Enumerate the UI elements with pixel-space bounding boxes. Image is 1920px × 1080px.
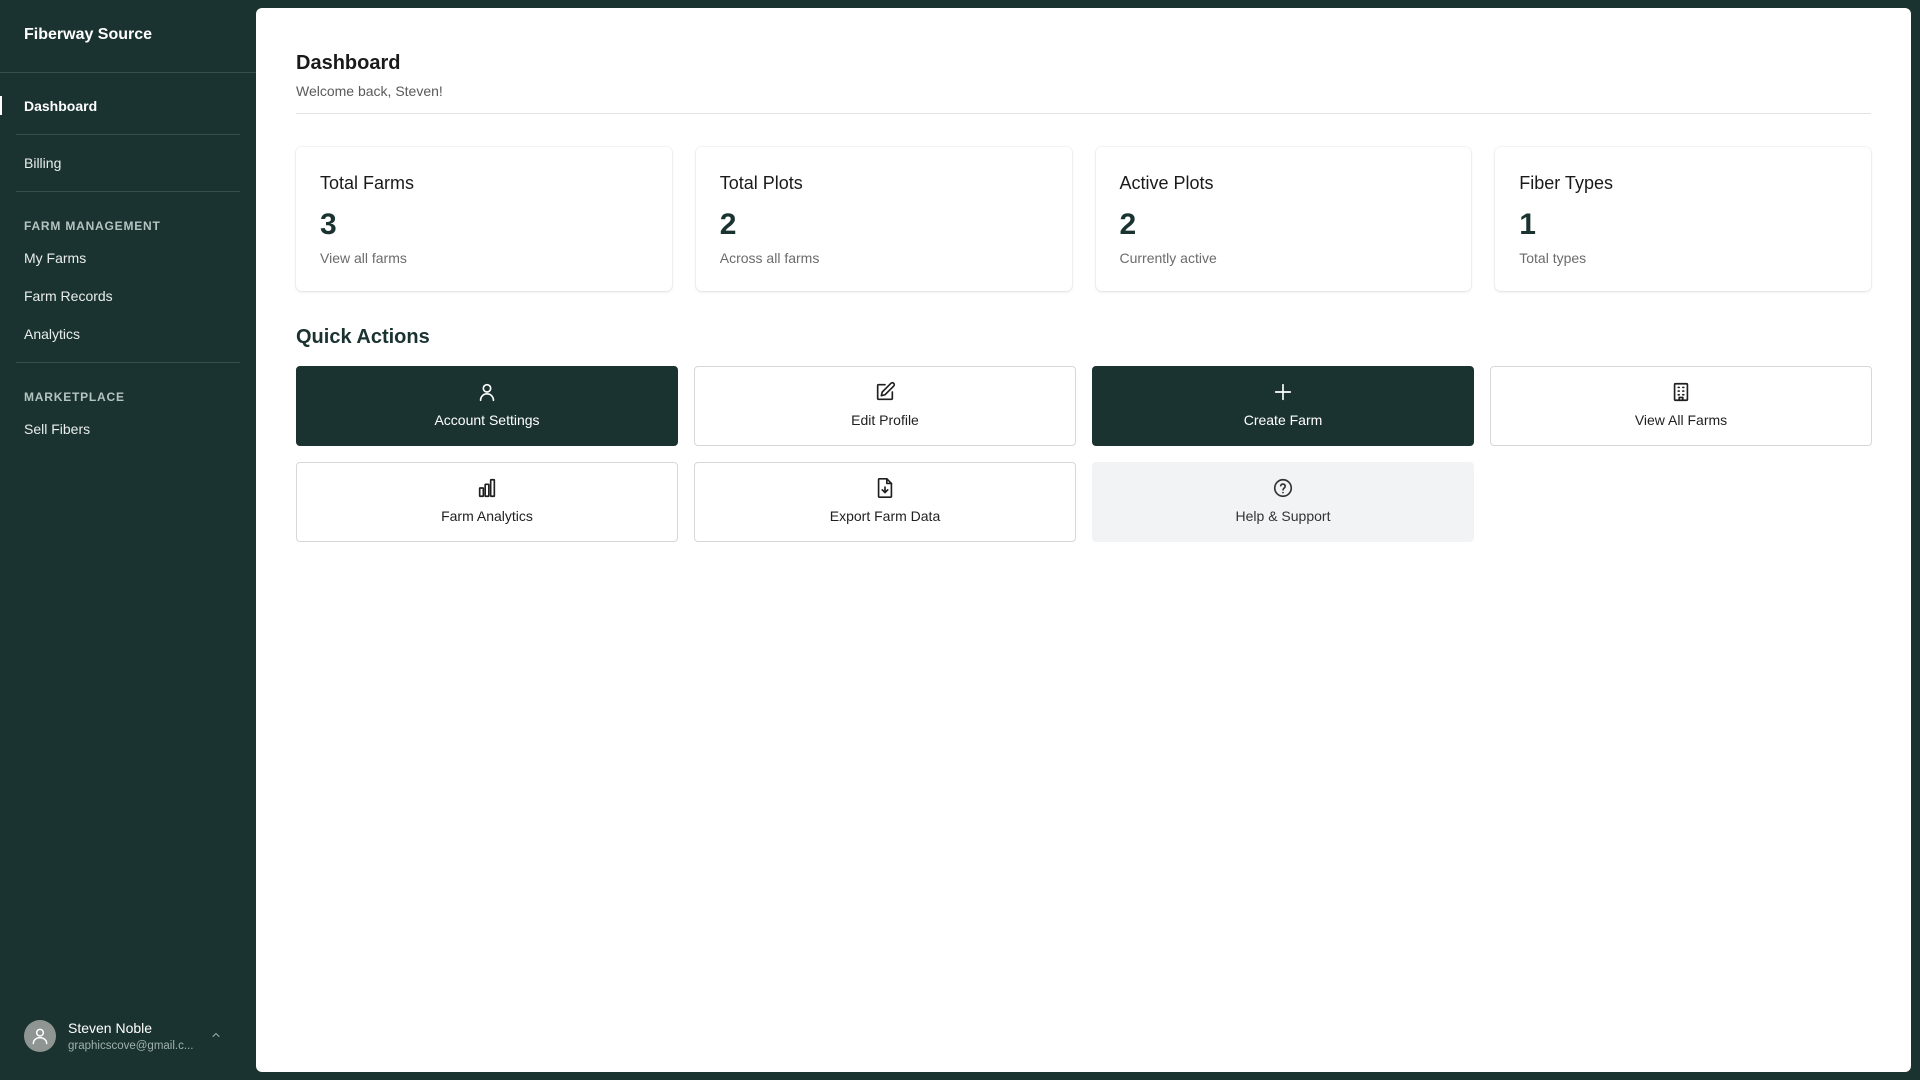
- stat-card-fiber-types: Fiber Types 1 Total types: [1495, 147, 1871, 291]
- stat-label: Active Plots: [1119, 173, 1214, 193]
- quick-actions-title: Quick Actions: [296, 326, 430, 348]
- avatar: [24, 1020, 56, 1052]
- nav-divider: [16, 134, 240, 135]
- stat-subtext: View all farms: [320, 250, 407, 266]
- stat-subtext: Across all farms: [719, 250, 820, 266]
- sidebar: Fiberway Source Dashboard Billing FARM M…: [0, 0, 256, 1080]
- quick-action-label: Edit Profile: [851, 412, 919, 428]
- header-divider: [296, 113, 1871, 114]
- stat-card-total-plots: Total Plots 2 Across all farms: [695, 147, 1072, 291]
- account-settings-button[interactable]: Account Settings: [296, 366, 678, 446]
- section-heading-farm-management: FARM MANAGEMENT: [24, 219, 161, 233]
- user-avatar-icon: [32, 1028, 48, 1045]
- quick-action-label: Export Farm Data: [829, 508, 941, 524]
- sidebar-item-billing[interactable]: Billing: [0, 144, 256, 182]
- quick-action-label: View All Farms: [1634, 412, 1728, 428]
- brand-name[interactable]: Fiberway Source: [0, 0, 256, 73]
- stat-value: 3: [320, 208, 337, 241]
- sidebar-item-my-farms[interactable]: My Farms: [0, 239, 256, 277]
- sidebar-item-farm-records[interactable]: Farm Records: [0, 277, 256, 315]
- stat-label: Total Plots: [719, 173, 803, 193]
- quick-action-label: Farm Analytics: [441, 508, 533, 524]
- stat-label: Total Farms: [320, 173, 415, 193]
- sidebar-item-dashboard[interactable]: Dashboard: [0, 87, 256, 125]
- main-content: Dashboard Welcome back, Steven! Total Fa…: [256, 8, 1911, 1072]
- stat-card-active-plots: Active Plots 2 Currently active: [1095, 147, 1472, 291]
- user-menu[interactable]: Steven Noble graphicscove@gmail.c...: [24, 1016, 234, 1056]
- stat-value: 2: [1119, 208, 1137, 241]
- export-farm-data-button[interactable]: Export Farm Data: [694, 462, 1076, 542]
- view-all-farms-button[interactable]: View All Farms: [1490, 366, 1872, 446]
- user-name: Steven Noble: [68, 1020, 153, 1036]
- user-email: graphicscove@gmail.c...: [68, 1040, 194, 1052]
- chevron-up-icon: [210, 1029, 222, 1044]
- section-heading-marketplace: MARKETPLACE: [24, 390, 125, 404]
- stat-label: Fiber Types: [1519, 173, 1613, 193]
- stat-value: 1: [1519, 208, 1536, 241]
- create-farm-button[interactable]: Create Farm: [1092, 366, 1474, 446]
- nav-divider: [16, 362, 240, 363]
- nav-divider: [16, 191, 240, 192]
- help-circle-icon: [1273, 478, 1293, 498]
- user-icon: [479, 383, 495, 402]
- bar-chart-icon: [478, 478, 496, 498]
- user-info: Steven Noble graphicscove@gmail.c...: [68, 1020, 204, 1052]
- page-subtitle: Welcome back, Steven!: [296, 83, 443, 99]
- quick-action-label: Create Farm: [1243, 412, 1323, 428]
- edit-icon: [876, 381, 896, 401]
- help-support-button[interactable]: Help & Support: [1092, 462, 1474, 542]
- stats-row: Total Farms 3 View all farms Total Plots…: [296, 147, 1871, 291]
- quick-action-label: Help & Support: [1235, 508, 1331, 524]
- sidebar-nav: Dashboard Billing FARM MANAGEMENT My Far…: [0, 73, 256, 448]
- page-title: Dashboard: [296, 52, 401, 74]
- building-icon: [1673, 382, 1689, 402]
- plus-icon: [1274, 383, 1292, 401]
- farm-analytics-button[interactable]: Farm Analytics: [296, 462, 678, 542]
- quick-actions-grid: Account Settings Edit Profile Create Far…: [296, 366, 1872, 542]
- stat-value: 2: [719, 208, 737, 241]
- stat-subtext: Currently active: [1119, 250, 1217, 266]
- quick-action-label: Account Settings: [434, 412, 540, 428]
- file-download-icon: [877, 478, 893, 498]
- sidebar-item-analytics[interactable]: Analytics: [0, 315, 256, 353]
- stat-card-total-farms: Total Farms 3 View all farms: [296, 147, 672, 291]
- edit-profile-button[interactable]: Edit Profile: [694, 366, 1076, 446]
- stat-subtext: Total types: [1519, 250, 1587, 266]
- sidebar-item-sell-fibers[interactable]: Sell Fibers: [0, 410, 256, 448]
